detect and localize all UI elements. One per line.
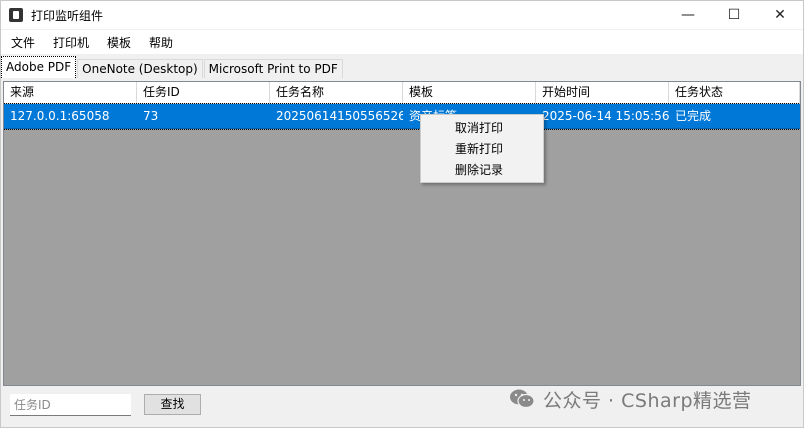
printer-app-icon bbox=[9, 8, 23, 22]
watermark-text: 公众号 · CSharp精选营 bbox=[543, 389, 752, 412]
cell-status[interactable]: 已完成 bbox=[669, 104, 800, 128]
app-window: 打印监听组件 — ☐ ✕ 文件 打印机 模板 帮助 Adobe PDF OneN… bbox=[0, 0, 804, 428]
bottom-toolbar: 查找 公众号 · CSharp精选营 bbox=[1, 387, 803, 427]
context-item-delete-record[interactable]: 删除记录 bbox=[421, 160, 543, 181]
tab-onenote[interactable]: OneNote (Desktop) bbox=[77, 59, 203, 78]
title-bar: 打印监听组件 — ☐ ✕ bbox=[1, 1, 803, 29]
cell-task-id[interactable]: 73 bbox=[137, 104, 270, 128]
column-header-task-id[interactable]: 任务ID bbox=[137, 82, 270, 104]
menu-file[interactable]: 文件 bbox=[1, 34, 43, 51]
tab-adobe-pdf[interactable]: Adobe PDF bbox=[1, 56, 77, 78]
close-button[interactable]: ✕ bbox=[757, 1, 803, 29]
context-item-reprint[interactable]: 重新打印 bbox=[421, 139, 543, 160]
wechat-icon bbox=[510, 389, 535, 409]
menu-bar: 文件 打印机 模板 帮助 bbox=[1, 30, 803, 54]
cell-start-time[interactable]: 2025-06-14 15:05:56 bbox=[536, 104, 669, 128]
column-header-source[interactable]: 来源 bbox=[4, 82, 137, 104]
printer-tabs: Adobe PDF OneNote (Desktop) Microsoft Pr… bbox=[1, 56, 344, 78]
column-header-task-name[interactable]: 任务名称 bbox=[270, 82, 403, 104]
maximize-button[interactable]: ☐ bbox=[711, 1, 757, 29]
grid-header: 来源 任务ID 任务名称 模板 开始时间 任务状态 bbox=[4, 82, 800, 104]
context-item-cancel-print[interactable]: 取消打印 bbox=[421, 118, 543, 139]
column-header-status[interactable]: 任务状态 bbox=[669, 82, 800, 104]
column-header-template[interactable]: 模板 bbox=[403, 82, 536, 104]
menu-help[interactable]: 帮助 bbox=[139, 34, 181, 51]
tab-microsoft-print-to-pdf[interactable]: Microsoft Print to PDF bbox=[203, 59, 343, 78]
minimize-button[interactable]: — bbox=[665, 1, 711, 29]
cell-task-name[interactable]: 20250614150556526 bbox=[270, 104, 403, 128]
find-button[interactable]: 查找 bbox=[144, 394, 201, 415]
task-grid[interactable]: 来源 任务ID 任务名称 模板 开始时间 任务状态 127.0.0.1:6505… bbox=[3, 81, 801, 386]
task-id-search-input[interactable] bbox=[10, 394, 131, 416]
window-controls: — ☐ ✕ bbox=[665, 1, 803, 29]
cell-source[interactable]: 127.0.0.1:65058 bbox=[4, 104, 137, 128]
menu-template[interactable]: 模板 bbox=[97, 34, 139, 51]
column-header-start-time[interactable]: 开始时间 bbox=[536, 82, 669, 104]
table-row[interactable]: 127.0.0.1:65058 73 20250614150556526 资产标… bbox=[4, 103, 800, 130]
watermark: 公众号 · CSharp精选营 bbox=[509, 387, 752, 412]
menu-printer[interactable]: 打印机 bbox=[43, 34, 97, 51]
window-title: 打印监听组件 bbox=[31, 8, 104, 23]
context-menu: 取消打印 重新打印 删除记录 bbox=[420, 114, 544, 183]
